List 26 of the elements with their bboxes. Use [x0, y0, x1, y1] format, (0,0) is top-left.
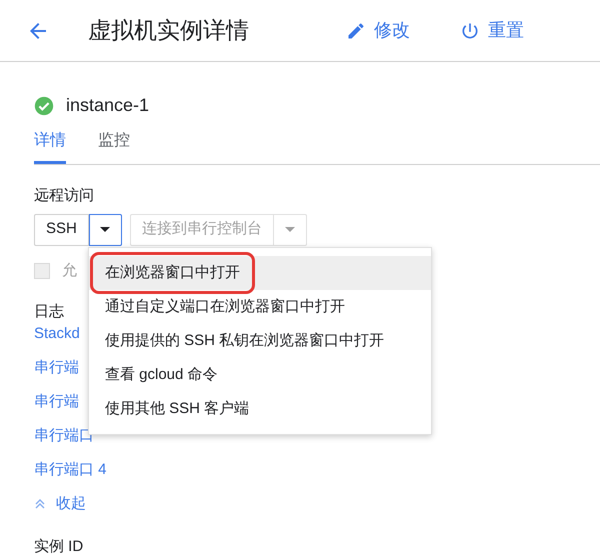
log-link[interactable]: Stackd [34, 324, 80, 344]
checkbox-label: 允 [62, 260, 77, 280]
pencil-icon [346, 20, 366, 40]
ssh-button[interactable]: SSH [34, 214, 89, 246]
caret-icon [100, 227, 110, 232]
log-link[interactable]: 串行端 [34, 392, 79, 412]
section-label: 远程访问 [34, 186, 94, 206]
double-chevron-up-icon [34, 498, 46, 510]
collapse-button[interactable]: 收起 [34, 494, 86, 514]
instance-name: instance-1 [66, 94, 150, 117]
log-link[interactable]: 串行端 [34, 358, 79, 378]
power-icon [460, 20, 480, 40]
page-title: 虚拟机实例详情 [88, 16, 249, 46]
menu-item[interactable]: 通过自定义端口在浏览器窗口中打开 [89, 290, 431, 324]
tab[interactable]: 监控 [98, 129, 130, 164]
edit-button[interactable]: 修改 [346, 17, 410, 44]
log-link[interactable]: 串行端口 4 [34, 460, 107, 480]
section-label: 日志 [34, 302, 64, 322]
field-label: 实例 ID [34, 537, 84, 557]
reset-button[interactable]: 重置 [460, 17, 524, 44]
dropdown-button[interactable] [88, 214, 122, 246]
menu-item[interactable]: 使用其他 SSH 客户端 [89, 392, 431, 426]
menu-item[interactable]: 查看 gcloud 命令 [89, 358, 431, 392]
menu-item[interactable]: 使用提供的 SSH 私钥在浏览器窗口中打开 [89, 324, 431, 358]
tab[interactable]: 详情 [34, 129, 66, 164]
caret-icon [284, 227, 295, 232]
